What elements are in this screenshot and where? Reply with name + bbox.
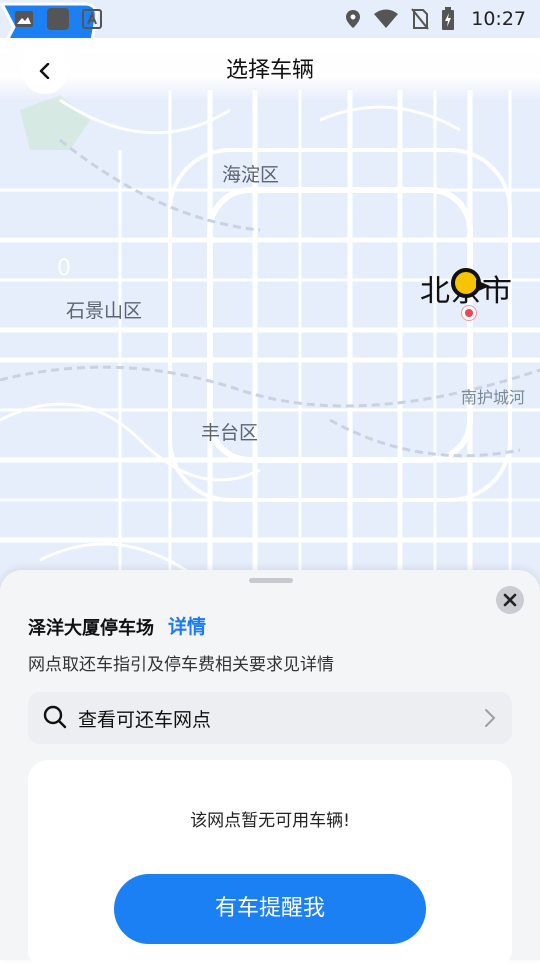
close-icon xyxy=(503,593,517,607)
location-icon xyxy=(346,10,361,28)
detail-link[interactable]: 详情 xyxy=(168,612,206,639)
square-app-icon xyxy=(47,8,69,30)
vehicle-card: 该网点暂无可用车辆! 有车提醒我 xyxy=(28,760,512,970)
district-label-haidian: 海淀区 xyxy=(222,164,280,186)
parking-lot-name: 泽洋大厦停车场 xyxy=(28,618,154,639)
status-bar: 10:27 xyxy=(0,0,540,38)
wifi-icon xyxy=(374,9,399,28)
district-label-fengtai: 丰台区 xyxy=(201,422,259,444)
image-icon xyxy=(15,11,33,27)
return-points-row[interactable]: 查看可还车网点 xyxy=(28,692,512,744)
location-marker-pointer xyxy=(476,280,490,292)
river-label: 南护城河 xyxy=(461,388,526,407)
empty-vehicles-message: 该网点暂无可用车辆! xyxy=(190,811,350,831)
vehicle-count: 0 xyxy=(57,256,71,281)
return-points-label: 查看可还车网点 xyxy=(78,709,212,731)
text-a-icon xyxy=(82,9,102,29)
parking-lot-description: 网点取还车指引及停车费相关要求见详情 xyxy=(28,655,334,675)
no-sim-icon xyxy=(411,8,430,30)
drag-handle[interactable] xyxy=(249,578,293,583)
bottom-sheet: 泽洋大厦停车场 详情 网点取还车指引及停车费相关要求见详情 查看可还车网点 该网… xyxy=(0,570,540,970)
notify-me-button[interactable]: 有车提醒我 xyxy=(114,874,426,944)
city-center-dot xyxy=(465,309,473,317)
battery-charging-icon xyxy=(442,7,455,30)
status-time: 10:27 xyxy=(471,8,526,30)
page-title: 选择车辆 xyxy=(225,58,314,83)
chevron-right-icon xyxy=(485,709,496,727)
district-label-shijingshan: 石景山区 xyxy=(66,300,143,322)
close-button[interactable] xyxy=(496,586,524,614)
search-icon xyxy=(43,705,67,729)
